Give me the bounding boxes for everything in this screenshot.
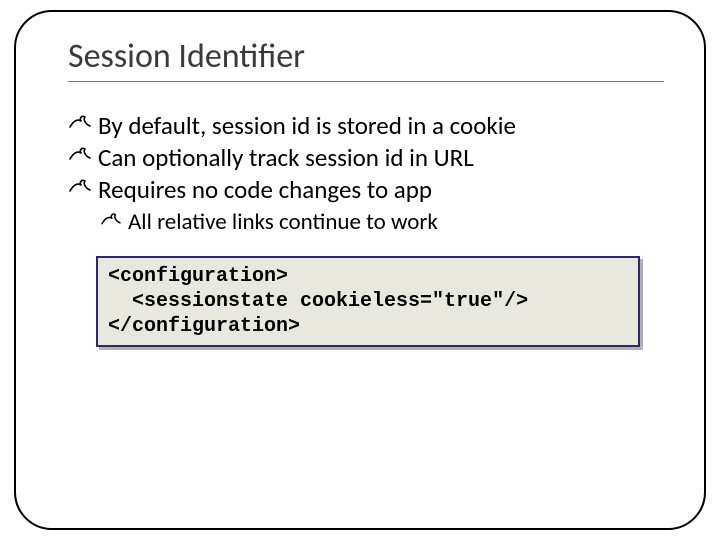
slide-frame: Session Identifier By default, session i… [14, 10, 706, 530]
sub-bullet-list: All relative links continue to work [68, 208, 664, 238]
bullet-item: Requires no code changes to app [68, 174, 664, 206]
bullet-list: By default, session id is stored in a co… [68, 110, 664, 206]
bullet-item: By default, session id is stored in a co… [68, 110, 664, 142]
sub-bullet-item: All relative links continue to work [100, 208, 664, 238]
slide-title: Session Identifier [68, 36, 664, 77]
title-rule [68, 81, 664, 82]
slide: Session Identifier By default, session i… [0, 0, 720, 540]
code-block: <configuration> <sessionstate cookieless… [96, 256, 640, 347]
bullet-item: Can optionally track session id in URL [68, 142, 664, 174]
